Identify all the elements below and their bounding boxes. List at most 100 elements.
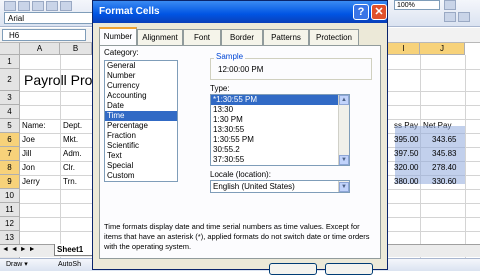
scroll-up-icon[interactable]: ▲ [339,95,349,105]
tab-scroll-icons[interactable]: ◄ ◄ ► ► [2,246,36,253]
type-list-scrollbar[interactable]: ▲ ▼ [338,95,349,165]
format-description: Time formats display date and time seria… [104,222,370,251]
row-header-11[interactable]: 11 [0,203,20,217]
employee-net-cell[interactable]: 278.40 [432,161,456,175]
category-item[interactable]: Scientific [105,141,177,151]
row-header-2[interactable]: 2 [0,69,20,91]
column-header-b[interactable]: B [60,43,92,55]
help-button[interactable]: ? [353,4,369,20]
locale-dropdown[interactable]: ▼ [338,181,349,192]
category-item[interactable]: Fraction [105,131,177,141]
employee-name-cell[interactable]: Joe [22,133,35,147]
row-header-5[interactable]: 5 [0,119,20,133]
employee-dept-cell[interactable]: Adm. [63,147,82,161]
open-icon[interactable] [18,1,30,11]
row-header-3[interactable]: 3 [0,91,20,105]
type-item[interactable]: 13:30 [211,105,349,115]
type-list[interactable]: *1:30:55 PM 13:30 1:30 PM 13:30:55 1:30:… [210,94,350,166]
close-button[interactable]: ✕ [371,4,387,20]
locale-value: English (United States) [213,182,295,191]
ok-button[interactable] [269,263,317,275]
category-item[interactable]: Special [105,161,177,171]
tab-border[interactable]: Border [221,29,263,45]
type-item[interactable]: 30:55.2 [211,145,349,155]
tab-patterns[interactable]: Patterns [263,29,309,45]
row-header-6[interactable]: 6 [0,133,20,147]
employee-gross-cell[interactable]: 320.00 [394,161,418,175]
row-header-4[interactable]: 4 [0,105,20,119]
font-name-box[interactable]: Arial [4,12,94,24]
row-header-8[interactable]: 8 [0,161,20,175]
employee-gross-cell[interactable]: 395.00 [394,133,418,147]
sheet-tab-sheet1[interactable]: Sheet1 [54,244,94,256]
type-item-selected[interactable]: *1:30:55 PM [211,95,349,105]
tab-protection[interactable]: Protection [309,29,359,45]
row-header-1[interactable]: 1 [0,55,20,69]
category-label: Category: [104,48,139,57]
zoom-box[interactable]: 100% [394,0,440,10]
new-icon[interactable] [4,1,16,11]
type-item[interactable]: 37:30:55 [211,155,349,165]
cancel-button[interactable] [325,263,373,275]
column-header-j[interactable]: J [420,43,465,55]
header-dept-cell[interactable]: Dept. [63,119,82,133]
name-box[interactable]: H6 [2,29,86,41]
employee-dept-cell[interactable]: Mkt. [63,133,78,147]
category-item[interactable]: Currency [105,81,177,91]
print-icon[interactable] [46,1,58,11]
type-item[interactable]: 1:30 PM [211,115,349,125]
row-header-10[interactable]: 10 [0,189,20,203]
tab-number[interactable]: Number [99,27,137,46]
employee-dept-cell[interactable]: Clr. [63,161,75,175]
employee-net-cell[interactable]: 330.60 [432,175,456,189]
category-item[interactable]: General [105,61,177,71]
number-tab-panel: Category: General Number Currency Accoun… [99,45,381,259]
autoshapes-menu[interactable]: AutoSh [58,259,81,271]
locale-select[interactable]: English (United States) ▼ [210,180,350,193]
header-name-cell[interactable]: Name: [22,119,46,133]
employee-net-cell[interactable]: 345.83 [432,147,456,161]
column-header-a[interactable]: A [20,43,60,55]
fill-color-icon[interactable] [458,12,470,22]
column-header-i[interactable]: I [388,43,420,55]
format-cells-dialog: Format Cells ? ✕ Number Alignment Font B… [92,0,388,275]
row-header-13[interactable]: 13 [0,231,20,245]
employee-name-cell[interactable]: Jill [22,147,31,161]
category-item[interactable]: Number [105,71,177,81]
category-item-selected[interactable]: Time [105,111,177,121]
employee-name-cell[interactable]: Jon [22,161,35,175]
employee-net-cell[interactable]: 343.65 [432,133,456,147]
chevron-down-icon[interactable]: ▼ [339,182,349,192]
employee-dept-cell[interactable]: Trn. [63,175,77,189]
cut-icon[interactable] [60,1,72,11]
tab-alignment[interactable]: Alignment [137,29,183,45]
locale-label: Locale (location): [210,170,271,179]
row-header-7[interactable]: 7 [0,147,20,161]
dialog-title: Format Cells [93,1,387,23]
save-icon[interactable] [32,1,44,11]
category-item[interactable]: Accounting [105,91,177,101]
employee-name-cell[interactable]: Jerry [22,175,40,189]
category-item[interactable]: Percentage [105,121,177,131]
employee-gross-cell[interactable]: 380.00 [394,175,418,189]
type-label: Type: [210,84,230,93]
category-item[interactable]: Custom [105,171,177,181]
row-header-9[interactable]: 9 [0,175,20,189]
sample-label: Sample [214,52,246,61]
scroll-down-icon[interactable]: ▼ [339,155,349,165]
draw-menu[interactable]: Draw ▾ [6,259,28,271]
select-all-corner[interactable] [0,43,20,55]
font-color-icon[interactable] [444,12,456,22]
tab-font[interactable]: Font [183,29,221,45]
type-item[interactable]: 1:30:55 PM [211,135,349,145]
row-header-12[interactable]: 12 [0,217,20,231]
sample-value: 12:00:00 PM [218,65,264,74]
sheet-title-cell[interactable]: Payroll Pro [24,71,92,89]
help-icon[interactable] [444,0,456,10]
category-item[interactable]: Text [105,151,177,161]
employee-gross-cell[interactable]: 397.50 [394,147,418,161]
category-item[interactable]: Date [105,101,177,111]
gridline [465,55,466,261]
category-list[interactable]: General Number Currency Accounting Date … [104,60,178,182]
type-item[interactable]: 13:30:55 [211,125,349,135]
